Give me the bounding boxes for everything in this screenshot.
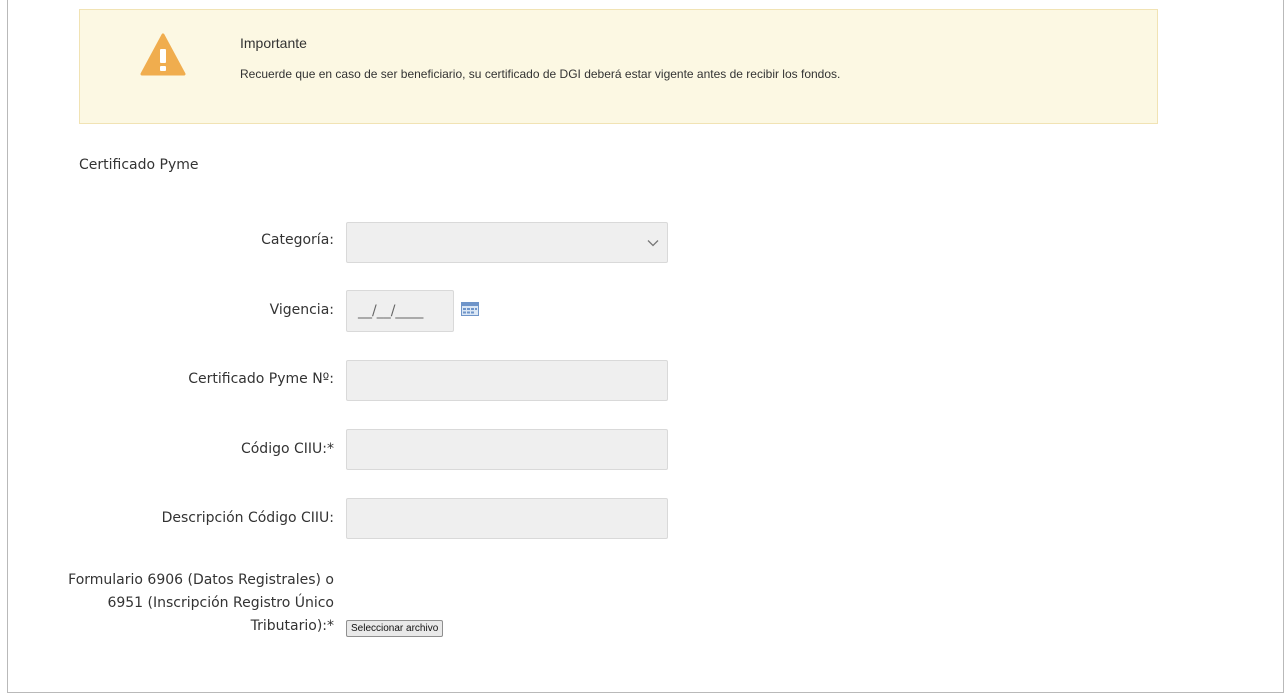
section-title: Certificado Pyme xyxy=(79,157,199,173)
categoria-label: Categoría: xyxy=(261,232,334,248)
descripcion-input[interactable] xyxy=(346,498,668,539)
important-alert: Importante Recuerde que en caso de ser b… xyxy=(79,9,1158,124)
certificado-label: Certificado Pyme Nº: xyxy=(188,371,334,387)
ciiu-input[interactable] xyxy=(346,429,668,470)
select-file-button[interactable]: Seleccionar archivo xyxy=(346,620,444,637)
vigencia-label: Vigencia: xyxy=(269,302,334,318)
descripcion-label: Descripción Código CIIU: xyxy=(161,510,334,526)
warning-icon xyxy=(140,33,186,76)
categoria-select[interactable] xyxy=(346,222,668,263)
ciiu-label: Código CIIU:* xyxy=(240,441,334,457)
vigencia-date-input[interactable]: __/__/____ xyxy=(346,290,454,332)
alert-title: Importante xyxy=(240,35,307,51)
alert-message: Recuerde que en caso de ser beneficiario… xyxy=(240,67,841,81)
certificado-input[interactable] xyxy=(346,360,668,401)
chevron-down-icon xyxy=(647,240,659,247)
formulario-label: Formulario 6906 (Datos Registrales) o 69… xyxy=(68,572,334,634)
calendar-icon[interactable] xyxy=(461,302,479,316)
